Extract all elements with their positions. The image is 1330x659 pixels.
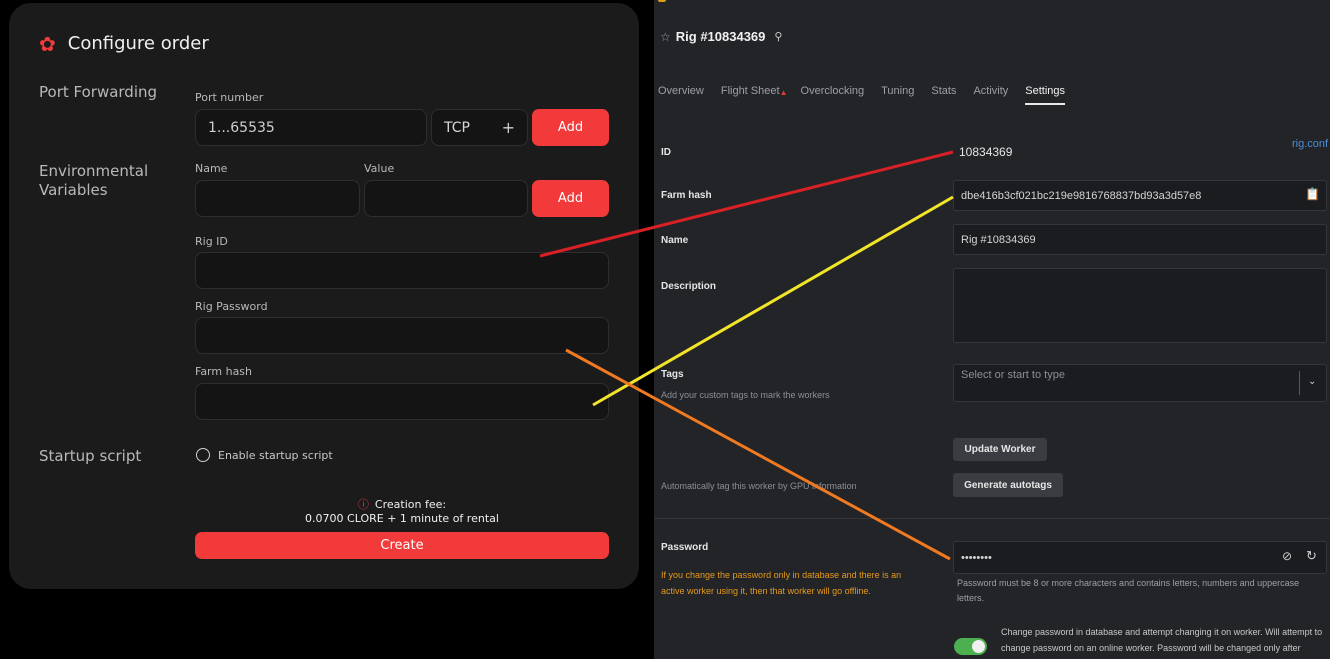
password-value: •••••••• (961, 551, 992, 564)
description-input[interactable] (953, 268, 1327, 343)
password-help: Password must be 8 or more characters an… (957, 578, 1300, 603)
fee-title-text: Creation fee: (374, 498, 447, 511)
farm-hash-input[interactable] (195, 383, 609, 420)
rig-id-input[interactable] (195, 252, 609, 289)
radio-icon[interactable] (196, 448, 210, 462)
chevron-down-icon[interactable]: ⌄ (1308, 376, 1316, 387)
toggle-description: Change password in database and attempt … (1001, 627, 1323, 653)
protocol-value: TCP (444, 119, 470, 136)
port-number-input[interactable]: 1...65535 (195, 109, 427, 146)
rig-title-text: Rig #10834369 (675, 29, 766, 44)
startup-script-label: Enable startup script (218, 448, 333, 462)
rig-title: ☆ Rig #10834369 ⚲ (660, 29, 782, 44)
rig-id-label: Rig ID (195, 235, 228, 248)
description-label: Description (661, 281, 717, 292)
id-label: ID (661, 147, 671, 158)
env-name-input[interactable] (195, 180, 360, 217)
tags-subtext: Add your custom tags to mark the workers (661, 390, 830, 400)
toggle-knob (972, 640, 985, 653)
tab-settings[interactable]: Settings (1025, 85, 1066, 105)
farm-hash-label: Farm hash (195, 365, 253, 378)
port-add-button[interactable]: Add (532, 109, 609, 146)
env-name-label: Name (195, 162, 228, 175)
id-value: 10834369 (959, 145, 1013, 159)
configure-order-panel: ✿ Configure order Port Forwarding Port n… (9, 3, 639, 589)
plus-icon: + (501, 118, 515, 137)
eye-off-icon[interactable]: ⊘ (1282, 549, 1292, 563)
star-icon[interactable]: ☆ (660, 30, 671, 44)
tab-activity[interactable]: Activity (973, 85, 1008, 105)
tags-placeholder: Select or start to type (961, 369, 1065, 381)
refresh-icon[interactable]: ↻ (1306, 548, 1317, 564)
tab-overclocking[interactable]: Overclocking (801, 85, 865, 105)
update-worker-button[interactable]: Update Worker (953, 438, 1047, 461)
env-add-button[interactable]: Add (532, 180, 609, 217)
rig-tabs: Overview Flight Sheet ▲ Overclocking Tuni… (658, 85, 1082, 105)
rig-settings-panel: ☆ Rig #10834369 ⚲ Overview Flight Sheet ▲… (654, 0, 1330, 659)
password-warning: If you change the password only in datab… (661, 570, 902, 596)
name-input[interactable]: Rig #10834369 (953, 224, 1327, 255)
env-value-input[interactable] (364, 180, 528, 217)
create-button[interactable]: Create (195, 532, 609, 559)
section-startup-script: Startup script (39, 447, 142, 465)
tab-flight-sheet[interactable]: Flight Sheet ▲ (720, 85, 788, 105)
tags-select[interactable]: Select or start to type (953, 364, 1327, 402)
menu-icon[interactable] (1216, 0, 1228, 3)
farm-hash-field[interactable]: dbe416b3cf021bc219e9816768837bd93a3d57e8 (953, 180, 1327, 211)
rig-conf-link[interactable]: rig.conf (1292, 138, 1328, 150)
tab-stats[interactable]: Stats (931, 85, 956, 105)
tags-label: Tags (661, 369, 684, 380)
generate-autotags-button[interactable]: Generate autotags (953, 473, 1063, 497)
section-port-forwarding: Port Forwarding (39, 83, 158, 101)
password-input[interactable]: •••••••• (953, 541, 1327, 574)
tab-tuning[interactable]: Tuning (881, 85, 914, 105)
network-icon: ⚲ (774, 31, 783, 43)
tab-overview[interactable]: Overview (658, 85, 704, 105)
gear-icon: ✿ (39, 31, 56, 56)
farm-hash-label: Farm hash (661, 190, 712, 201)
tags-divider (1299, 371, 1300, 395)
env-value-label: Value (364, 162, 395, 175)
info-icon: ⓘ (357, 498, 369, 511)
rig-password-input[interactable] (195, 317, 609, 354)
panel-header: ✿ Configure order (39, 33, 209, 54)
autotag-subtext: Automatically tag this worker by GPU inf… (661, 481, 857, 491)
port-number-label: Port number (195, 91, 264, 104)
password-label: Password (661, 542, 709, 553)
fee-title: ⓘ Creation fee: (195, 496, 609, 512)
name-label: Name (661, 235, 689, 246)
protocol-select[interactable]: TCP + (431, 109, 528, 146)
fee-amount: 0.0700 CLORE + 1 minute of rental (305, 512, 499, 525)
section-divider (654, 518, 1330, 519)
tab-flight-sheet-label: Flight Sheet (720, 85, 780, 97)
logo-icon (658, 0, 666, 2)
startup-script-option[interactable]: Enable startup script (196, 448, 333, 462)
alert-icon: ▲ (779, 88, 788, 97)
clipboard-icon[interactable]: 📋 (1305, 187, 1320, 201)
panel-title: Configure order (67, 33, 209, 54)
section-env-vars: Environmental Variables (39, 162, 149, 199)
rig-password-label: Rig Password (195, 300, 268, 313)
change-password-toggle[interactable] (954, 638, 987, 655)
farm-hash-value: dbe416b3cf021bc219e9816768837bd93a3d57e8 (961, 189, 1202, 202)
